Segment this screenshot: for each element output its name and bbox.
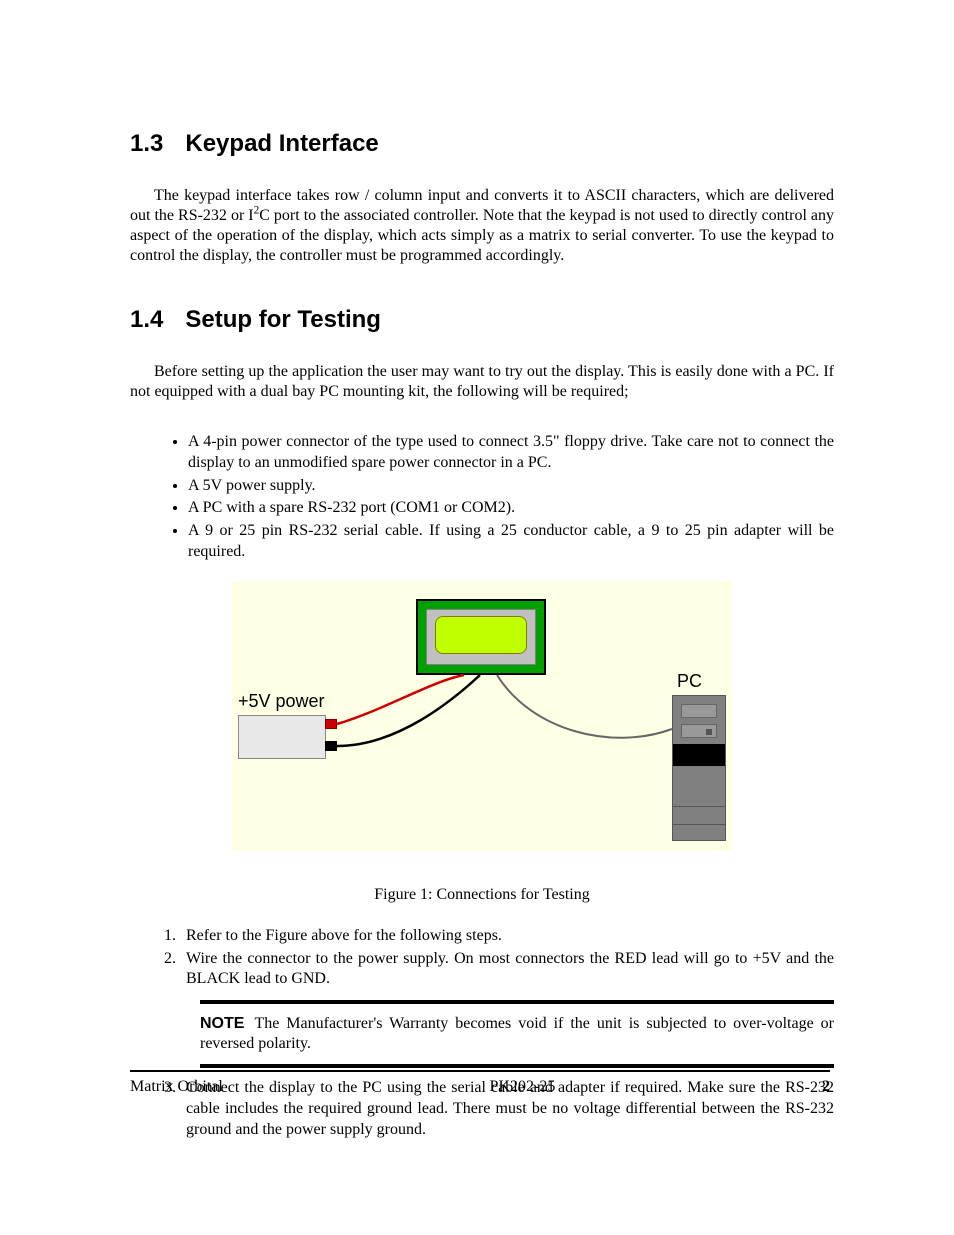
section-heading-1-4: 1.4 Setup for Testing — [130, 306, 834, 334]
pc-tower-icon — [672, 695, 726, 841]
list-item: Refer to the Figure above for the follow… — [180, 926, 834, 947]
lcd-module-icon — [416, 599, 546, 675]
connector-red-icon — [325, 719, 337, 729]
requirements-list: A 4-pin power connector of the type used… — [188, 432, 834, 563]
section-number: 1.3 — [130, 130, 163, 158]
section-heading-1-3: 1.3 Keypad Interface — [130, 130, 834, 158]
footer-center: PK202-25 — [490, 1078, 556, 1096]
list-item: Wire the connector to the power supply. … — [180, 949, 834, 991]
power-supply-icon — [238, 715, 326, 759]
figure-1: +5V power PC Figure 1: Connections for T… — [130, 581, 834, 904]
section-number: 1.4 — [130, 306, 163, 334]
footer-left: Matrix Orbital — [130, 1078, 223, 1096]
footer-rule — [130, 1070, 830, 1072]
page-content: 1.3 Keypad Interface The keypad interface… — [0, 0, 954, 1141]
page-footer: Matrix Orbital PK202-25 2 — [130, 1078, 830, 1096]
connector-black-icon — [325, 741, 337, 751]
steps-list: Refer to the Figure above for the follow… — [180, 926, 834, 990]
note-label: NOTE — [200, 1015, 244, 1032]
note-rule-bottom — [200, 1064, 834, 1068]
figure-diagram: +5V power PC — [232, 581, 732, 851]
list-item: A 4-pin power connector of the type used… — [188, 432, 834, 474]
note-rule-top — [200, 1000, 834, 1004]
list-item: A 5V power supply. — [188, 476, 834, 497]
paragraph-setup-intro: Before setting up the application the us… — [130, 362, 834, 402]
section-title: Keypad Interface — [185, 130, 378, 157]
list-item: A PC with a spare RS-232 port (COM1 or C… — [188, 498, 834, 519]
note-text: NOTEThe Manufacturer's Warranty becomes … — [200, 1010, 834, 1058]
figure-caption: Figure 1: Connections for Testing — [130, 886, 834, 904]
section-title: Setup for Testing — [185, 306, 381, 333]
note-block: NOTEThe Manufacturer's Warranty becomes … — [200, 1000, 834, 1068]
footer-page-number: 2 — [822, 1078, 830, 1096]
pc-label: PC — [677, 671, 702, 692]
paragraph-keypad: The keypad interface takes row / column … — [130, 186, 834, 266]
list-item: A 9 or 25 pin RS-232 serial cable. If us… — [188, 521, 834, 563]
power-label: +5V power — [238, 691, 325, 712]
